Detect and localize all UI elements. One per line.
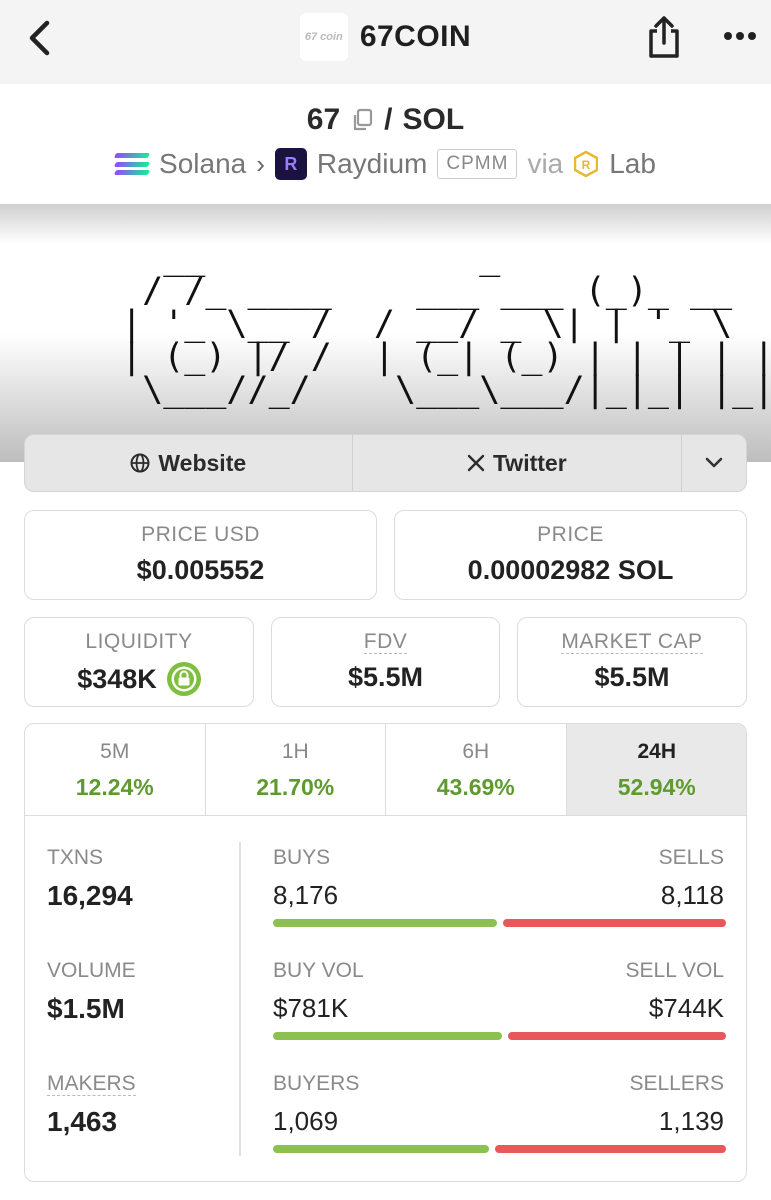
tab-label: 5M xyxy=(100,740,130,763)
market-cap-label: MARKET CAP xyxy=(561,630,703,654)
price-usd-card: PRICE USD $0.005552 xyxy=(24,510,377,600)
txns-label: TXNS xyxy=(47,846,104,869)
tab-change: 12.24% xyxy=(75,774,154,800)
liquidity-label: LIQUIDITY xyxy=(85,630,193,653)
sellers-label: SELLERS xyxy=(629,1072,724,1095)
column-divider xyxy=(239,842,241,1156)
chevron-down-icon xyxy=(705,457,723,468)
sell-bar xyxy=(508,1032,726,1040)
market-cap-card[interactable]: MARKET CAP $5.5M xyxy=(517,617,747,707)
price-native-value: 0.00002982 SOL xyxy=(467,555,674,585)
pair-base: 67 xyxy=(306,103,341,136)
buys-sells-ratio-bar xyxy=(273,919,726,927)
tab-change: 21.70% xyxy=(256,774,335,800)
raydium-icon: R xyxy=(274,148,307,180)
chain-launchpad[interactable]: Lab xyxy=(609,148,656,180)
buy-vol-label: BUY VOL xyxy=(273,959,364,982)
banner-logo-art: __ _ / /_ ____ ___ ___ (_)_ __ | '_ \__ … xyxy=(121,238,771,410)
tab-change: 52.94% xyxy=(617,774,696,800)
tab-label: 6H xyxy=(462,740,490,763)
liquidity-card: LIQUIDITY $348K xyxy=(24,617,254,707)
lock-icon[interactable] xyxy=(166,662,201,696)
pool-type-badge: CPMM xyxy=(437,149,518,179)
chain-breadcrumb: Solana › R Raydium CPMM via R Lab xyxy=(0,144,771,184)
market-cap-value: $5.5M xyxy=(594,662,670,692)
tab-24h[interactable]: 24H 52.94% xyxy=(566,724,746,815)
volume-label: VOLUME xyxy=(47,959,136,982)
timeframe-tabs: 5M 12.24% 1H 21.70% 6H 43.69% 24H 52.94% xyxy=(25,724,746,816)
buyers-value: 1,069 xyxy=(273,1106,339,1136)
solana-icon xyxy=(113,150,151,178)
trading-stats-panel: 5M 12.24% 1H 21.70% 6H 43.69% 24H 52.94%… xyxy=(24,723,747,1182)
price-usd-value: $0.005552 xyxy=(136,555,265,585)
fdv-value: $5.5M xyxy=(347,662,424,692)
buys-value: 8,176 xyxy=(273,880,339,910)
sells-label: SELLS xyxy=(658,846,724,869)
twitter-label: Twitter xyxy=(492,449,567,476)
token-banner: __ _ / /_ ____ ___ ___ (_)_ __ | '_ \__ … xyxy=(0,204,771,462)
txns-value: 16,294 xyxy=(47,880,133,911)
share-icon xyxy=(649,16,679,58)
website-label: Website xyxy=(158,449,247,476)
twitter-button[interactable]: Twitter xyxy=(353,435,683,491)
chain-network[interactable]: Solana xyxy=(159,148,246,180)
sell-vol-value: $744K xyxy=(648,993,724,1023)
sellers-value: 1,139 xyxy=(658,1106,724,1136)
website-button[interactable]: Website xyxy=(25,435,353,491)
tab-change: 43.69% xyxy=(436,774,515,800)
buyers-ratio-bar xyxy=(273,1145,726,1153)
fdv-label: FDV xyxy=(363,630,408,654)
price-native-label: PRICE xyxy=(537,523,604,546)
more-links-button[interactable] xyxy=(682,435,746,491)
x-logo-icon xyxy=(467,454,485,472)
sell-bar xyxy=(503,919,726,927)
svg-text:R: R xyxy=(582,158,591,172)
share-button[interactable] xyxy=(644,14,684,60)
liquidity-value: $348K xyxy=(77,663,157,694)
makers-value: 1,463 xyxy=(47,1106,118,1137)
fdv-card[interactable]: FDV $5.5M xyxy=(271,617,500,707)
price-native-card: PRICE 0.00002982 SOL xyxy=(394,510,747,600)
lab-icon: R xyxy=(573,150,599,178)
tab-label: 24H xyxy=(637,740,677,763)
via-label: via xyxy=(527,148,564,179)
chain-dex[interactable]: Raydium xyxy=(317,148,427,180)
tab-5m[interactable]: 5M 12.24% xyxy=(25,724,206,815)
coin-logo: 67 coin xyxy=(299,13,348,61)
links-bar: Website Twitter xyxy=(24,434,747,492)
buy-vol-value: $781K xyxy=(273,993,349,1023)
pair-header: 67 / SOL xyxy=(0,100,771,140)
chevron-right-icon: › xyxy=(256,148,265,179)
tab-label: 1H xyxy=(281,740,309,763)
more-dots-icon xyxy=(724,32,756,40)
sell-vol-label: SELL VOL xyxy=(625,959,724,982)
price-usd-label: PRICE USD xyxy=(141,523,260,546)
tab-1h[interactable]: 1H 21.70% xyxy=(206,724,386,815)
top-nav-bar: 67 coin 67COIN xyxy=(0,0,771,84)
buyers-label: BUYERS xyxy=(273,1072,360,1095)
globe-icon xyxy=(130,453,150,473)
volume-ratio-bar xyxy=(273,1032,726,1040)
pair-quote: SOL xyxy=(402,103,465,136)
volume-value: $1.5M xyxy=(47,993,125,1024)
tab-6h[interactable]: 6H 43.69% xyxy=(386,724,567,815)
pair-separator: / xyxy=(384,103,393,136)
page-title: 67COIN xyxy=(359,20,472,53)
buy-bar xyxy=(273,919,497,927)
sell-bar xyxy=(495,1145,726,1153)
buy-bar xyxy=(273,1032,502,1040)
sells-value: 8,118 xyxy=(660,880,724,910)
buys-label: BUYS xyxy=(273,846,331,869)
buy-bar xyxy=(273,1145,489,1153)
more-options-button[interactable] xyxy=(716,18,764,54)
copy-icon[interactable] xyxy=(350,107,374,133)
makers-label[interactable]: MAKERS xyxy=(47,1072,136,1096)
